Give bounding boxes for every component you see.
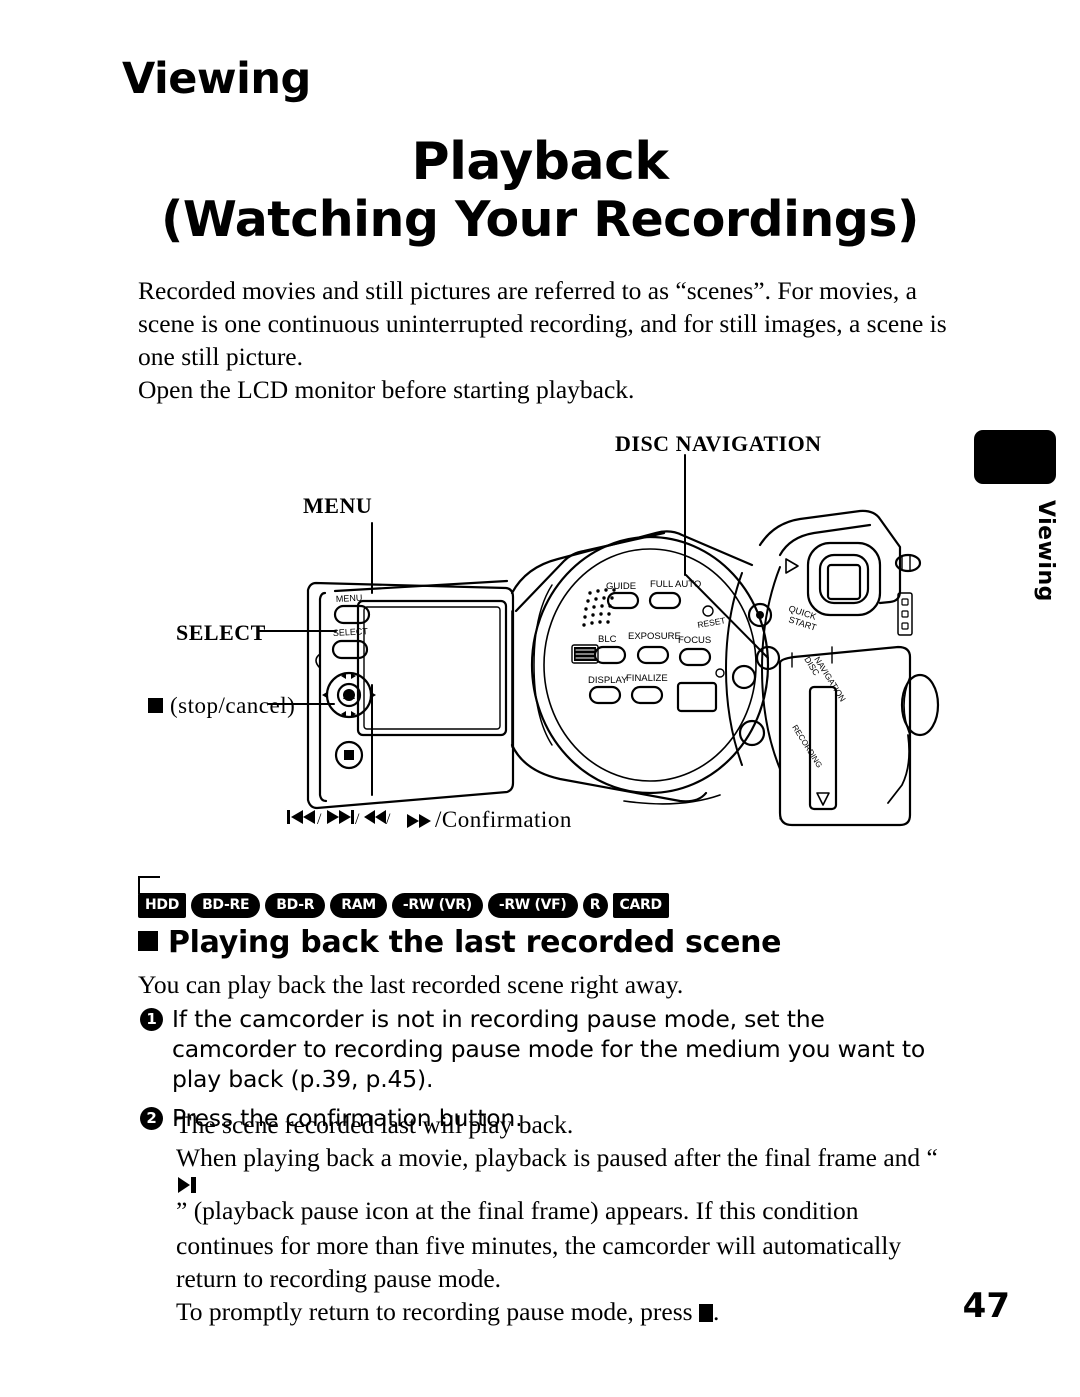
media-badge-r: R	[582, 893, 608, 918]
callout-menu: MENU	[303, 493, 373, 518]
svg-text:/: /	[317, 811, 322, 827]
closing-p2-part-b: ” (playback pause icon at the final fram…	[176, 1196, 902, 1293]
svg-text:/: /	[386, 811, 391, 827]
intro-text: Recorded movies and still pictures are r…	[138, 274, 950, 406]
callout-confirmation: / / /	[287, 807, 405, 827]
side-tab-label: Viewing	[1033, 500, 1058, 602]
step-text: If the camcorder is not in recording pau…	[172, 1005, 926, 1093]
closing-paragraph-2: When playing back a movie, playback is p…	[176, 1141, 952, 1295]
step-1: 1 If the camcorder is not in recording pa…	[140, 1004, 952, 1094]
media-badge-bd-re: BD-RE	[191, 893, 261, 918]
manual-page: Viewing Playback (Watching Your Recordin…	[0, 0, 1080, 1397]
page-number: 47	[962, 1286, 1010, 1326]
callout-stop-cancel: (stop/cancel)	[148, 693, 295, 719]
svg-text:RECORDING: RECORDING	[790, 723, 824, 769]
svg-text:RESET: RESET	[697, 615, 727, 630]
media-badge-card: CARD	[612, 893, 669, 918]
closing-paragraph-1: The scene recorded last will play back.	[176, 1110, 574, 1139]
intro-paragraph-2: Open the LCD monitor before starting pla…	[138, 375, 635, 404]
media-badge-ram: RAM	[330, 893, 387, 918]
svg-text:EXPOSURE: EXPOSURE	[628, 631, 681, 642]
callout-confirmation-label: /Confirmation	[435, 807, 572, 832]
svg-text:SELECT: SELECT	[333, 626, 369, 638]
play-pause-icon	[176, 1176, 952, 1194]
bullet-square-icon	[138, 931, 158, 951]
page-title-line1: Playback	[411, 132, 669, 192]
media-badge-hdd: HDD	[138, 893, 187, 918]
svg-text:DISPLAY: DISPLAY	[588, 675, 628, 686]
badge-strip-tick-vertical	[138, 876, 140, 894]
step-number-badge: 2	[140, 1107, 163, 1130]
svg-text:BLC: BLC	[598, 634, 617, 645]
media-badge-bd-r: BD-R	[265, 893, 326, 918]
media-badge-rw-vr: -RW (VR)	[391, 893, 483, 918]
media-format-badges: HDD BD-RE BD-R RAM -RW (VR) -RW (VF) R CARD	[138, 893, 669, 918]
chapter-title: Viewing	[122, 54, 311, 104]
callout-stop-cancel-label: (stop/cancel)	[170, 693, 296, 718]
svg-text:/: /	[355, 811, 360, 827]
intro-paragraph-1: Recorded movies and still pictures are r…	[138, 276, 947, 371]
transport-controls-icon: / / /	[287, 807, 405, 827]
side-thumb-tab	[974, 430, 1056, 484]
svg-text:MENU: MENU	[336, 593, 363, 604]
callout-select: SELECT	[176, 620, 266, 645]
section-subtitle: You can play back the last recorded scen…	[138, 970, 684, 999]
svg-text:FULL AUTO: FULL AUTO	[650, 579, 701, 590]
page-title-line2: (Watching Your Recordings)	[161, 191, 919, 249]
camcorder-figure: DISC NAVIGATION MENU SELECT (stop/cancel…	[120, 415, 980, 845]
svg-text:NAVIGATION: NAVIGATION	[812, 655, 848, 704]
svg-text:FOCUS: FOCUS	[678, 635, 711, 646]
closing-p2-part-a: When playing back a movie, playback is p…	[176, 1143, 938, 1172]
badge-strip-tick-horizontal	[138, 876, 160, 878]
page-title: Playback (Watching Your Recordings)	[0, 134, 1080, 247]
callout-disc-navigation: DISC NAVIGATION	[615, 431, 822, 456]
stop-square-icon	[148, 698, 163, 713]
media-badge-rw-vf: -RW (VF)	[487, 893, 578, 918]
svg-text:GUIDE: GUIDE	[606, 581, 636, 592]
svg-text:FINALIZE: FINALIZE	[626, 673, 668, 684]
callout-confirmation-tail: /Confirmation	[405, 807, 572, 833]
section-heading-label: Playing back the last recorded scene	[168, 925, 782, 960]
step-number-badge: 1	[140, 1008, 163, 1031]
section-heading: Playing back the last recorded scene	[138, 925, 782, 960]
